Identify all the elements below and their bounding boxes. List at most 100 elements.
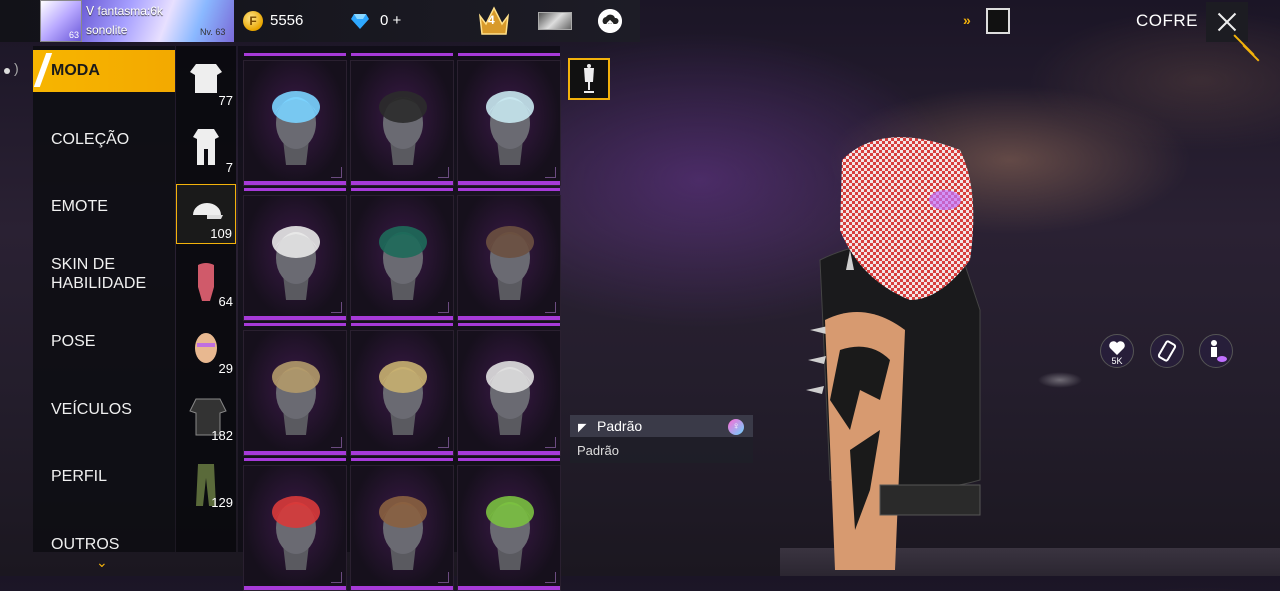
subcategory-count: 109 xyxy=(210,226,232,241)
rarity-bar xyxy=(244,451,346,455)
corner-marker xyxy=(438,167,449,178)
item-tile[interactable] xyxy=(457,323,561,456)
subcategory-count: 29 xyxy=(218,361,233,376)
full-outfit-icon xyxy=(190,64,222,93)
rarity-bar xyxy=(244,181,346,185)
rarity-bar xyxy=(351,316,453,320)
preview-button[interactable] xyxy=(1199,334,1233,368)
red-mohawk-icon xyxy=(272,496,320,570)
item-tile[interactable] xyxy=(350,188,454,321)
rarity-bar xyxy=(458,181,560,185)
corner-marker xyxy=(331,167,342,178)
corner-marker xyxy=(545,572,556,583)
nav-item-moda-label: MODA xyxy=(51,62,100,79)
like-button[interactable]: 5K xyxy=(1100,334,1134,368)
frog-hat-icon xyxy=(486,496,534,570)
item-tile[interactable] xyxy=(243,188,347,321)
subcategory-pants[interactable]: 129 xyxy=(176,452,236,512)
subcategory-face-paint[interactable]: 29 xyxy=(176,318,236,378)
tooltip-subtitle: Padrão xyxy=(577,443,619,458)
nav-item-pose[interactable]: POSE xyxy=(51,332,95,351)
rarity-bar xyxy=(351,188,453,191)
subcategory-jumpsuit[interactable]: 7 xyxy=(176,117,236,177)
nav-item-colecao[interactable]: COLEÇÃO xyxy=(51,130,129,149)
subcategory-count: 77 xyxy=(218,93,233,108)
nav-item-veiculos[interactable]: VEÍCULOS xyxy=(51,400,132,419)
gender-icon: ♀ xyxy=(728,419,744,435)
upload-cloud-icon[interactable] xyxy=(598,9,622,33)
item-tile[interactable] xyxy=(243,458,347,591)
rotate-view-button[interactable] xyxy=(1150,334,1184,368)
corner-marker xyxy=(331,572,342,583)
subcategory-count: 7 xyxy=(225,160,233,175)
item-tile[interactable] xyxy=(243,53,347,186)
hood-icon xyxy=(272,361,320,435)
subcategory-mask[interactable]: 64 xyxy=(176,251,236,311)
rarity-bar xyxy=(351,53,453,56)
diamond-balance[interactable]: 0 + xyxy=(380,12,401,29)
character-poster-icon[interactable] xyxy=(986,8,1010,34)
corner-marker xyxy=(545,302,556,313)
headband-icon xyxy=(379,226,427,300)
elite-pass-card-icon[interactable] xyxy=(538,12,572,30)
item-tile[interactable] xyxy=(457,188,561,321)
corner-marker xyxy=(438,302,449,313)
rarity-bar xyxy=(244,316,346,320)
nav-item-skin-de-habilidade[interactable]: SKIN DE HABILIDADE xyxy=(51,255,151,293)
category-nav: COLEÇÃO EMOTE SKIN DE HABILIDADE POSE VE… xyxy=(33,46,175,554)
nav-item-outros[interactable]: OUTROS xyxy=(51,535,119,554)
spiky-hair-icon xyxy=(272,226,320,300)
corner-marker xyxy=(331,302,342,313)
nav-item-perfil[interactable]: PERFIL xyxy=(51,467,107,486)
rarity-bar xyxy=(351,458,453,461)
player-avatar[interactable]: 63 xyxy=(40,0,82,42)
coin-balance: 5556 xyxy=(270,12,304,29)
item-tile[interactable] xyxy=(457,53,561,186)
corner-marker xyxy=(438,437,449,448)
rarity-bar xyxy=(351,586,453,590)
rarity-bar xyxy=(458,586,560,590)
rarity-bar xyxy=(244,323,346,326)
character-model xyxy=(806,137,981,570)
subcategory-full-outfit[interactable]: 77 xyxy=(176,50,236,110)
corner-marker xyxy=(438,572,449,583)
expand-chevron-icon[interactable]: » xyxy=(963,12,971,28)
silver-hair-icon xyxy=(486,361,534,435)
vault-title: COFRE xyxy=(1136,11,1198,30)
white-hair-icon xyxy=(486,91,534,165)
dreadlocks-icon xyxy=(379,496,427,570)
nav-item-emote[interactable]: EMOTE xyxy=(51,197,108,216)
rarity-bar xyxy=(458,458,560,461)
subcategory-top[interactable]: 182 xyxy=(176,385,236,445)
preview-eye-icon xyxy=(1211,340,1227,362)
item-tile[interactable] xyxy=(457,458,561,591)
rarity-bar xyxy=(244,188,346,191)
subcategory-count: 64 xyxy=(218,294,233,309)
player-name: Ⅴ fantasma:6k xyxy=(86,4,163,18)
item-tile[interactable] xyxy=(350,323,454,456)
subcategory-cap[interactable]: 109 xyxy=(176,184,236,244)
gold-coin-icon: F xyxy=(243,11,263,31)
bucket-hat-icon xyxy=(272,91,320,165)
rarity-bar xyxy=(458,53,560,56)
rarity-bar xyxy=(351,181,453,185)
rarity-bar xyxy=(458,451,560,455)
tiger-mask-icon xyxy=(379,361,427,435)
item-tile[interactable] xyxy=(350,458,454,591)
item-tile[interactable] xyxy=(243,323,347,456)
rarity-bar xyxy=(351,323,453,326)
rarity-bar xyxy=(351,451,453,455)
brown-hair-icon xyxy=(486,226,534,300)
item-tile[interactable] xyxy=(350,53,454,186)
corner-marker xyxy=(545,437,556,448)
guild-name: sonolite xyxy=(86,23,128,37)
side-arc: ) xyxy=(14,60,19,76)
mannequin-icon[interactable] xyxy=(568,58,610,100)
corner-marker xyxy=(331,437,342,448)
tooltip-title: Padrão xyxy=(597,418,643,434)
close-icon[interactable] xyxy=(1206,2,1248,42)
corner-accent xyxy=(1242,44,1260,62)
scroll-down-chevron-icon[interactable]: ⌄ xyxy=(96,554,108,571)
like-count: 5K xyxy=(1111,356,1123,366)
level-label: Nv. 63 xyxy=(200,27,226,37)
